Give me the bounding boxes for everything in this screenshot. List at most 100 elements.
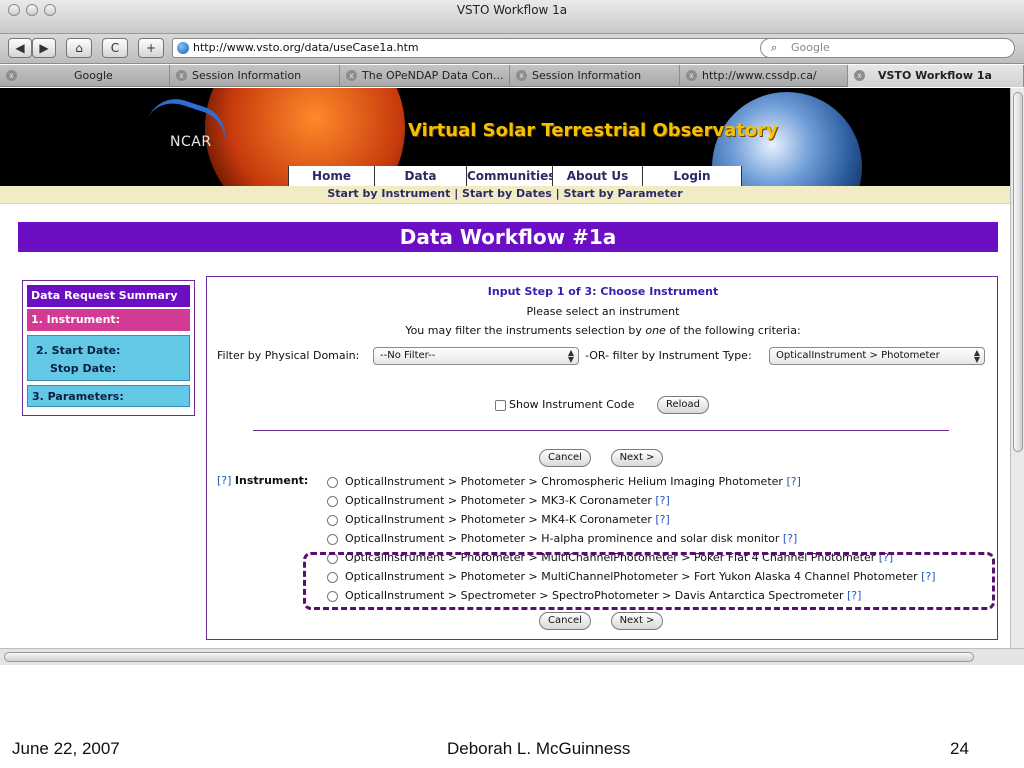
site-title: Virtual Solar Terrestrial Observatory <box>408 120 778 141</box>
instrument-type-value: OpticalInstrument > Photometer <box>776 350 940 361</box>
instrument-heading: [?] Instrument: <box>217 474 308 487</box>
sub-nav[interactable]: Start by Instrument | Start by Dates | S… <box>0 186 1010 204</box>
physical-domain-value: --No Filter-- <box>380 350 436 361</box>
address-bar[interactable]: http://www.vsto.org/data/useCase1a.htm <box>172 38 782 58</box>
instrument-radio[interactable] <box>327 477 338 488</box>
instrument-option-text: OpticalInstrument > Photometer > Chromos… <box>345 475 783 488</box>
vsto-banner: NCAR Virtual Solar Terrestrial Observato… <box>0 88 1010 186</box>
tab-label: The OPeNDAP Data Con... <box>362 69 504 82</box>
cancel-button[interactable]: Cancel <box>539 449 591 467</box>
page-title: Data Workflow #1a <box>18 222 998 252</box>
search-field[interactable]: ⌕ Google <box>760 38 1015 58</box>
footer-date: June 22, 2007 <box>12 739 120 758</box>
tab-session-information[interactable]: x Session Information <box>170 65 340 87</box>
instrument-option: OpticalInstrument > Photometer > Chromos… <box>345 475 801 488</box>
address-text: http://www.vsto.org/data/useCase1a.htm <box>193 41 419 54</box>
divider <box>253 430 949 431</box>
instrument-label: Instrument: <box>234 474 309 487</box>
nav-communities[interactable]: Communities <box>466 166 555 186</box>
search-icon: ⌕ <box>771 41 778 54</box>
summary-dates: 2. Start Date: Stop Date: <box>27 335 190 381</box>
filter-domain-label: Filter by Physical Domain: <box>217 349 360 362</box>
filter-desc-emphasis: one <box>645 324 666 337</box>
tab-opendap[interactable]: x The OPeNDAP Data Con... <box>340 65 510 87</box>
tab-bar: x Google x Session Information x The OPe… <box>0 65 1024 87</box>
summary-stop-date: Stop Date: <box>50 362 117 375</box>
filter-description: You may filter the instruments selection… <box>207 324 999 337</box>
forward-button[interactable]: ▶ <box>32 38 56 58</box>
home-button[interactable]: ⌂ <box>66 38 92 58</box>
summary-parameters: 3. Parameters: <box>27 385 190 407</box>
instrument-option: OpticalInstrument > Photometer > H-alpha… <box>345 532 797 545</box>
cancel-button-bottom[interactable]: Cancel <box>539 612 591 630</box>
option-help-link[interactable]: [?] <box>783 532 797 545</box>
globe-icon <box>177 42 189 54</box>
show-instrument-code-checkbox[interactable] <box>495 400 506 411</box>
reload-button[interactable]: C <box>102 38 128 58</box>
option-help-link[interactable]: [?] <box>655 513 669 526</box>
search-placeholder: Google <box>791 41 830 54</box>
back-button[interactable]: ◀ <box>8 38 32 58</box>
data-request-summary: Data Request Summary 1. Instrument: 2. S… <box>22 280 195 416</box>
next-button-bottom[interactable]: Next > <box>611 612 663 630</box>
tab-label: http://www.cssdp.ca/ <box>702 69 817 82</box>
nav-home[interactable]: Home <box>288 166 374 186</box>
physical-domain-select[interactable]: --No Filter-- ▲ ▼ <box>373 347 579 365</box>
tab-close-icon[interactable]: x <box>516 70 527 81</box>
select-arrows-icon: ▲ ▼ <box>567 348 574 364</box>
horizontal-scroll-thumb[interactable] <box>4 652 974 662</box>
instrument-radio[interactable] <box>327 534 338 545</box>
tab-close-icon[interactable]: x <box>6 70 17 81</box>
option-help-link[interactable]: [?] <box>786 475 800 488</box>
back-arrow-icon: ◀ <box>15 41 25 55</box>
reload-filter-button[interactable]: Reload <box>657 396 709 414</box>
filter-desc-text-end: of the following criteria: <box>665 324 801 337</box>
vertical-scroll-thumb[interactable] <box>1013 92 1023 452</box>
home-icon: ⌂ <box>75 41 83 55</box>
instrument-option: OpticalInstrument > Photometer > MK4-K C… <box>345 513 670 526</box>
tab-label: Session Information <box>192 69 302 82</box>
footer-page-number: 24 <box>950 739 969 758</box>
show-instrument-code-label: Show Instrument Code <box>509 398 635 411</box>
tab-close-icon[interactable]: x <box>346 70 357 81</box>
page-content: NCAR Virtual Solar Terrestrial Observato… <box>0 88 1010 648</box>
nav-about-us[interactable]: About Us <box>552 166 642 186</box>
next-button[interactable]: Next > <box>611 449 663 467</box>
tab-label: Google <box>74 69 113 82</box>
add-bookmark-button[interactable]: + <box>138 38 164 58</box>
nav-login[interactable]: Login <box>642 166 742 186</box>
tab-session-information-2[interactable]: x Session Information <box>510 65 680 87</box>
plus-icon: + <box>145 41 157 55</box>
tab-close-icon[interactable]: x <box>854 70 865 81</box>
tab-close-icon[interactable]: x <box>176 70 187 81</box>
tab-google[interactable]: x Google <box>0 65 170 87</box>
ncar-logo-text: NCAR <box>170 134 212 150</box>
instrument-option-text: OpticalInstrument > Photometer > MK3-K C… <box>345 494 652 507</box>
instrument-option-text: OpticalInstrument > Photometer > H-alpha… <box>345 532 780 545</box>
select-arrows-icon: ▲ ▼ <box>973 348 980 364</box>
instrument-help-link[interactable]: [?] <box>217 474 231 487</box>
tab-cssdp[interactable]: x http://www.cssdp.ca/ <box>680 65 848 87</box>
instrument-radio[interactable] <box>327 496 338 507</box>
instrument-type-label: -OR- filter by Instrument Type: <box>585 349 752 362</box>
summary-header: Data Request Summary <box>27 285 190 307</box>
step-title: Input Step 1 of 3: Choose Instrument <box>487 285 719 298</box>
summary-instrument: 1. Instrument: <box>27 309 190 331</box>
instrument-panel: Input Step 1 of 3: Choose Instrument Ple… <box>206 276 998 640</box>
option-help-link[interactable]: [?] <box>655 494 669 507</box>
window-title: VSTO Workflow 1a <box>456 3 568 17</box>
browser-toolbar: ◀ ▶ ⌂ C + http://www.vsto.org/data/useCa… <box>0 34 1024 64</box>
vertical-scrollbar[interactable] <box>1010 88 1024 648</box>
highlight-dashed-box <box>303 552 995 610</box>
nav-data[interactable]: Data <box>374 166 466 186</box>
tab-close-icon[interactable]: x <box>686 70 697 81</box>
forward-arrow-icon: ▶ <box>39 41 49 55</box>
tab-label: Session Information <box>532 69 642 82</box>
instrument-radio[interactable] <box>327 515 338 526</box>
horizontal-scrollbar[interactable] <box>0 648 1024 665</box>
tab-vsto-workflow[interactable]: x VSTO Workflow 1a <box>848 65 1024 87</box>
reload-icon: C <box>110 41 120 55</box>
instrument-type-select[interactable]: OpticalInstrument > Photometer ▲ ▼ <box>769 347 985 365</box>
instruction-text: Please select an instrument <box>526 305 680 318</box>
filter-desc-text: You may filter the instruments selection… <box>405 324 646 337</box>
